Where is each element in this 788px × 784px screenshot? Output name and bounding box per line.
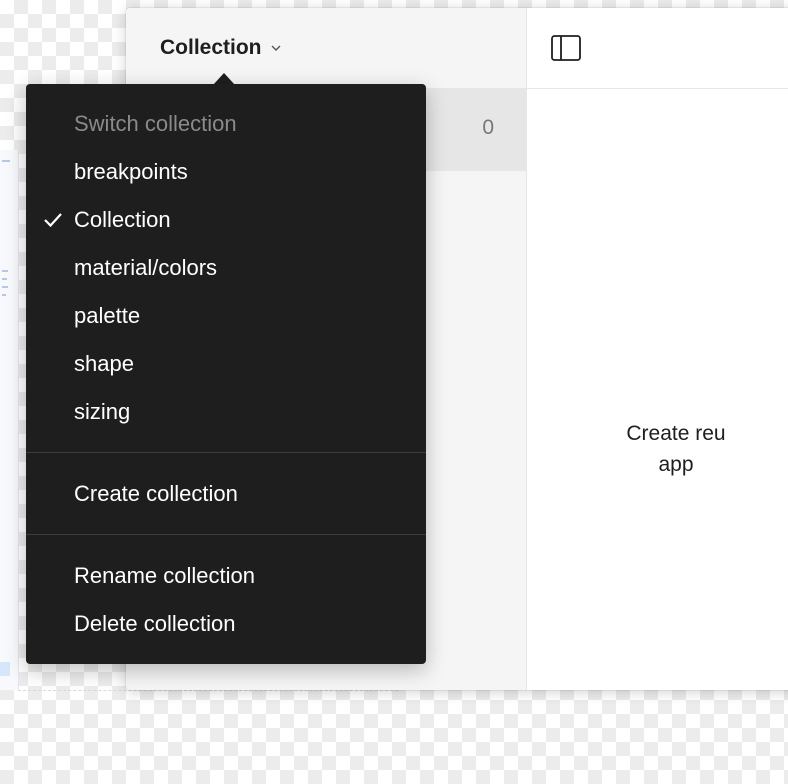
canvas-guide — [18, 690, 398, 731]
create-collection-item[interactable]: Create collection — [74, 474, 238, 514]
menu-item-collection[interactable]: Collection — [74, 200, 171, 240]
collection-dropdown-menu: Switch collection breakpoints Collection… — [26, 84, 426, 664]
checkmark-icon — [42, 210, 64, 230]
empty-state-text: Create reu app — [526, 418, 788, 480]
menu-item-shape[interactable]: shape — [74, 344, 134, 384]
menu-item-sizing[interactable]: sizing — [74, 392, 130, 432]
menu-item-palette[interactable]: palette — [74, 296, 140, 336]
rename-collection-item[interactable]: Rename collection — [74, 556, 255, 596]
canvas-artwork-mark — [2, 160, 10, 162]
canvas-artwork-highlight — [0, 662, 10, 676]
menu-divider — [26, 452, 426, 453]
canvas-artwork-mark — [2, 294, 6, 296]
menu-item-material-colors[interactable]: material/colors — [74, 248, 217, 288]
menu-heading-switch-collection: Switch collection — [74, 111, 237, 136]
variables-header — [526, 8, 788, 89]
canvas-artwork-mark — [2, 278, 7, 280]
collection-title: Collection — [160, 36, 262, 59]
canvas-artwork-mark — [2, 286, 8, 288]
collection-pane-header: Collection — [126, 8, 526, 89]
delete-collection-item[interactable]: Delete collection — [74, 604, 235, 644]
canvas-artwork — [0, 150, 19, 690]
sidebar-panel-icon[interactable] — [550, 34, 582, 62]
empty-state-line: Create reu — [626, 422, 726, 445]
canvas-artwork-mark — [2, 270, 8, 272]
menu-divider — [26, 534, 426, 535]
mode-count: 0 — [482, 116, 494, 139]
menu-item-breakpoints[interactable]: breakpoints — [74, 152, 188, 192]
collection-switcher-button[interactable]: Collection — [160, 34, 282, 62]
chevron-down-icon — [270, 42, 282, 54]
empty-state-line: app — [658, 453, 694, 476]
